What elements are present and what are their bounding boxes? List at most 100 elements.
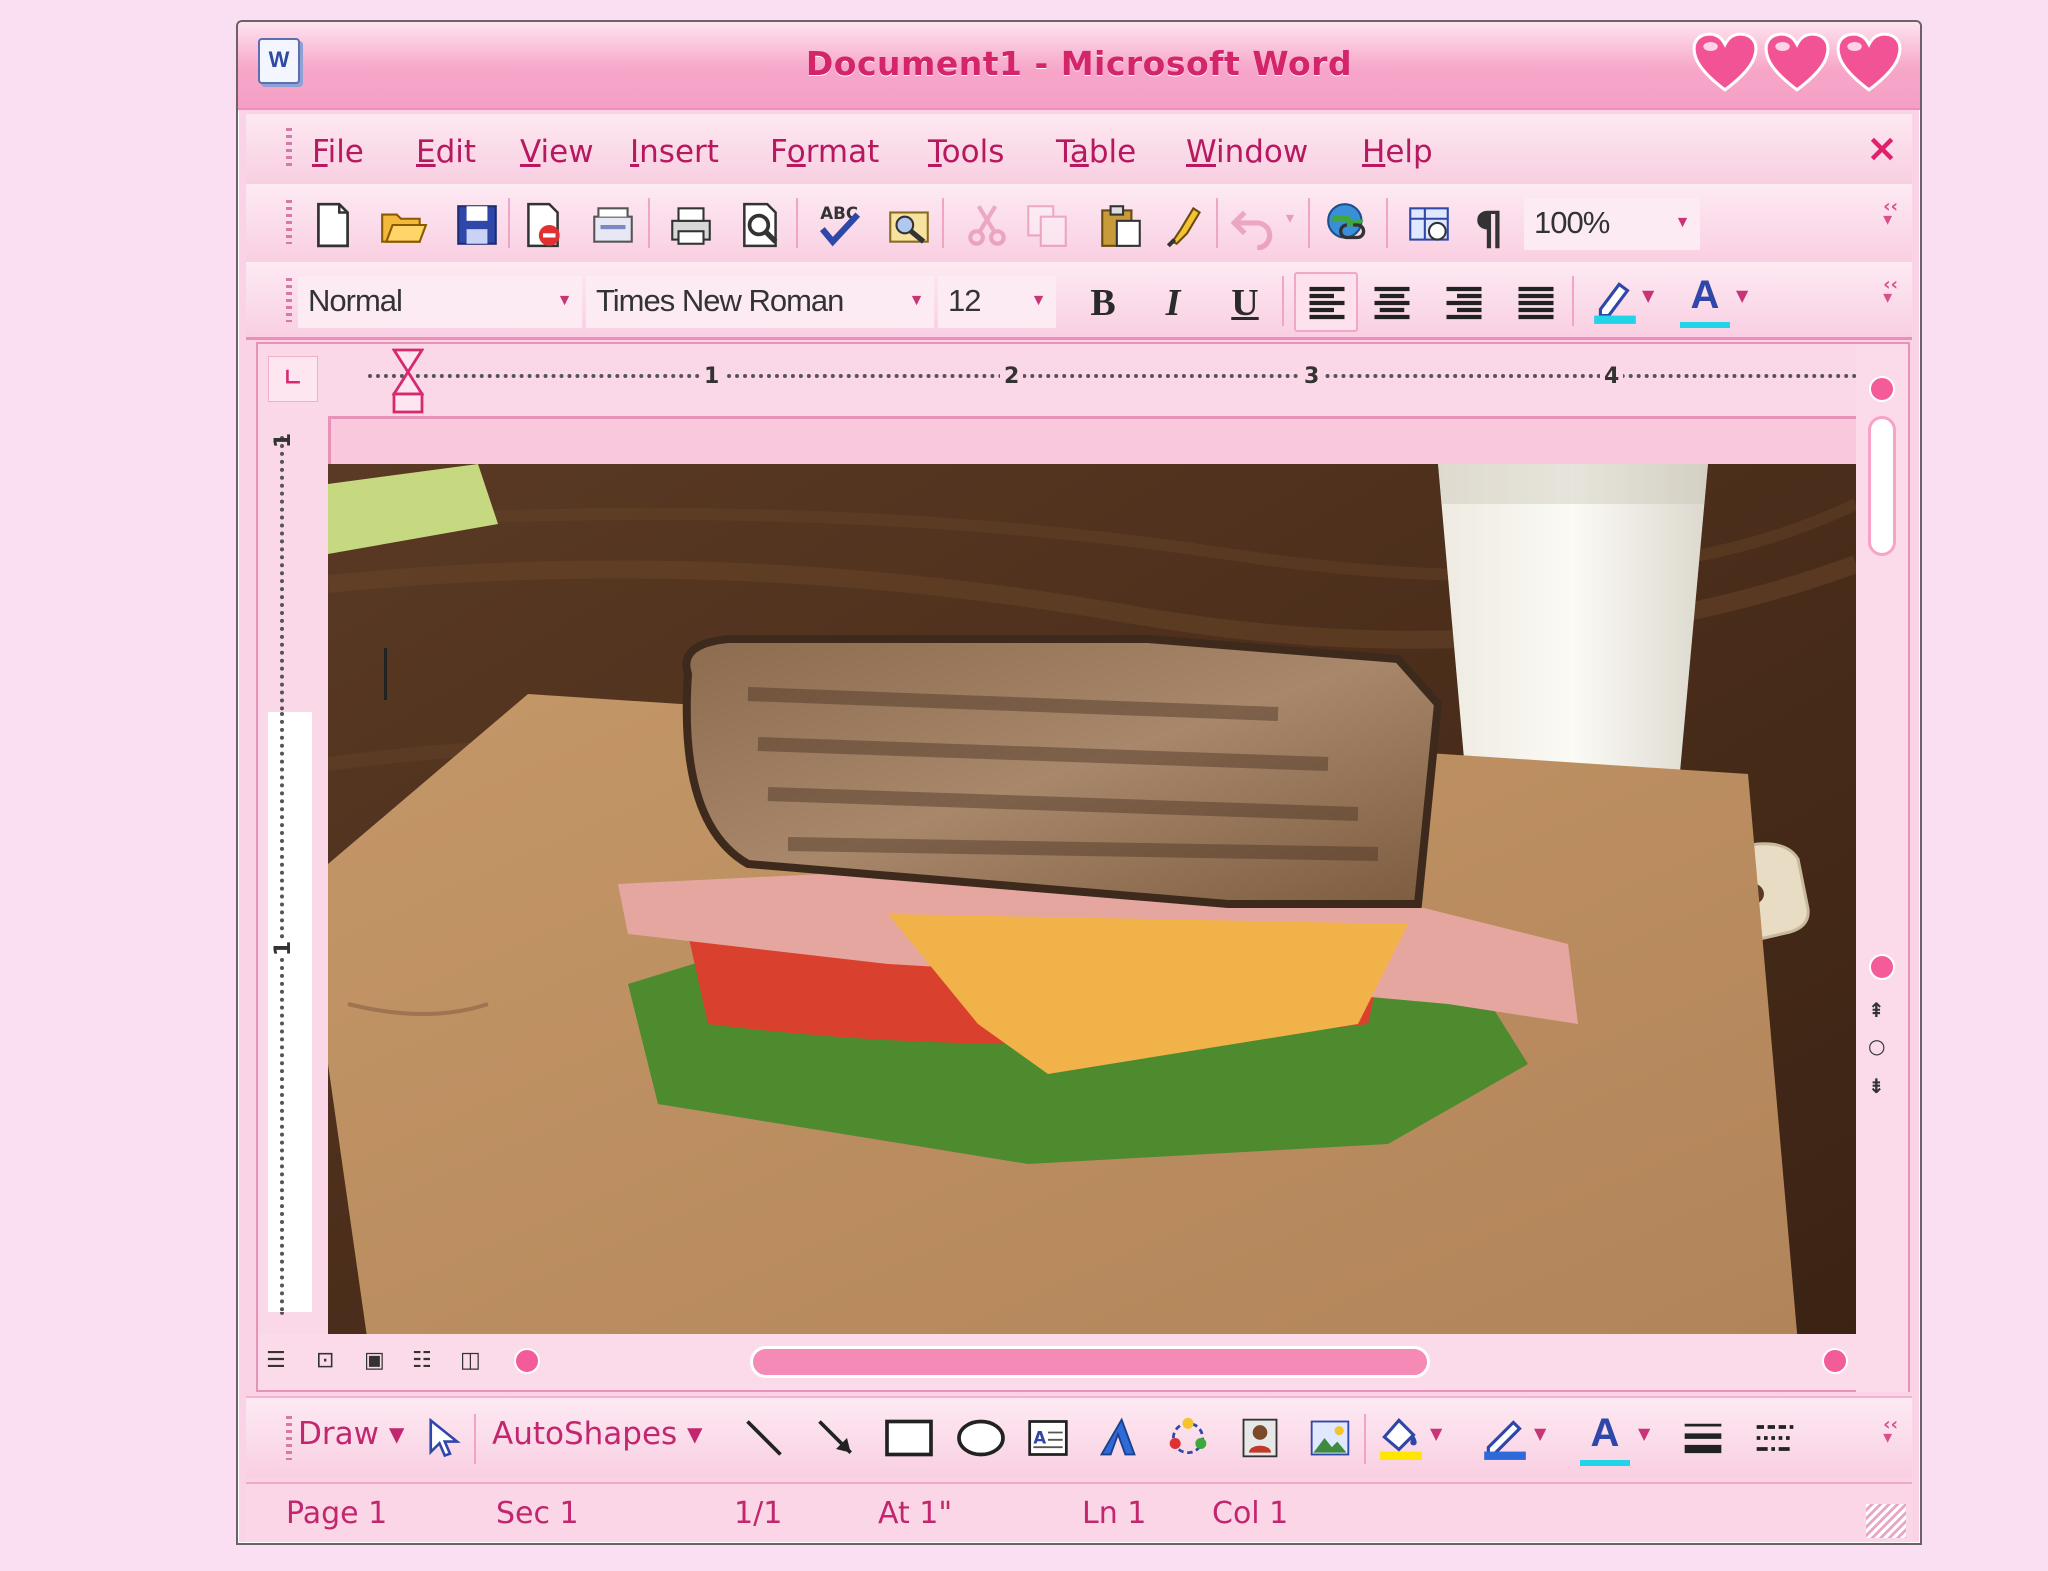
arrow-icon[interactable] [814,1416,858,1460]
select-browse-object-icon[interactable]: ○ [1868,1034,1885,1058]
highlight-dropdown-icon[interactable]: ▼ [1642,286,1654,305]
vertical-scrollbar[interactable]: ⇞ ○ ⇟ [1856,344,1908,1392]
horizontal-scrollbar-thumb[interactable] [750,1346,1430,1378]
indent-marker-icon[interactable] [392,348,424,414]
permission-icon[interactable] [518,200,568,250]
font-color-button[interactable]: A [1680,272,1730,328]
fill-color-icon[interactable] [1376,1412,1426,1462]
previous-page-icon[interactable]: ⇞ [1868,998,1885,1022]
zoom-combo[interactable]: 100% ▼ [1524,198,1700,250]
line-style-icon[interactable] [1678,1416,1728,1460]
line-color-dropdown-icon[interactable]: ▼ [1534,1424,1546,1443]
reading-layout-view-icon[interactable]: ◫ [460,1348,481,1373]
draw-font-color-dropdown-icon[interactable]: ▼ [1638,1424,1650,1443]
highlight-icon[interactable] [1590,276,1640,326]
justify-icon[interactable] [1514,282,1558,324]
research-icon[interactable] [884,200,934,250]
save-icon[interactable] [452,200,502,250]
menu-table[interactable]: Table [1056,134,1136,170]
document-close-button[interactable]: × [1866,126,1898,170]
vertical-ruler[interactable]: 1 1 [258,416,328,1336]
menu-help[interactable]: Help [1362,134,1433,170]
undo-icon[interactable] [1228,200,1278,250]
oval-icon[interactable] [954,1416,1008,1460]
undo-dropdown-icon[interactable]: ▾ [1286,208,1294,227]
toolbar-options-chevron-icon[interactable]: ‹‹ ▾ [1883,198,1898,229]
print-icon[interactable] [666,200,716,250]
web-layout-view-icon[interactable]: ⊡ [316,1348,334,1373]
font-size-dropdown-icon[interactable]: ▼ [1026,276,1050,326]
hyperlink-icon[interactable] [1324,200,1374,250]
horizontal-ruler[interactable]: ∟ 1 2 3 4 [258,344,1858,416]
copy-icon[interactable] [1022,200,1072,250]
style-combo[interactable]: Normal ▼ [298,276,582,328]
autoshapes-menu-button[interactable]: AutoShapes ▾ [492,1416,703,1452]
print-preview-icon[interactable] [736,200,786,250]
tables-borders-icon[interactable] [1404,200,1454,250]
fill-color-dropdown-icon[interactable]: ▼ [1430,1424,1442,1443]
line-icon[interactable] [742,1416,786,1460]
menu-format[interactable]: Format [770,134,879,170]
outline-view-icon[interactable]: ☷ [412,1348,432,1373]
font-color-dropdown-icon[interactable]: ▼ [1736,286,1748,305]
zoom-dropdown-icon[interactable]: ▼ [1670,198,1694,248]
draw-menu-button[interactable]: Draw ▾ [298,1416,404,1452]
font-size-combo[interactable]: 12 ▼ [938,276,1056,328]
diagram-icon[interactable] [1164,1416,1212,1460]
next-page-icon[interactable]: ⇟ [1868,1074,1885,1098]
style-dropdown-icon[interactable]: ▼ [552,276,576,326]
maximize-heart-icon[interactable] [1764,30,1830,96]
underline-button[interactable]: U [1222,280,1268,326]
menu-tools[interactable]: Tools [928,134,1004,170]
line-color-icon[interactable] [1480,1412,1530,1462]
normal-view-icon[interactable]: ☰ [266,1348,286,1373]
title-bar[interactable]: W Document1 - Microsoft Word [238,22,1920,110]
close-heart-icon[interactable] [1836,30,1902,96]
dash-style-icon[interactable] [1750,1416,1800,1460]
spelling-icon[interactable]: ABC [814,200,864,250]
menu-window[interactable]: Window [1186,134,1308,170]
menu-view[interactable]: View [520,134,594,170]
wordart-icon[interactable] [1094,1416,1142,1460]
bold-button[interactable]: B [1080,280,1126,326]
toolbar-options-chevron-icon[interactable]: ‹‹ ▾ [1883,276,1898,307]
scrollbar-thumb[interactable] [1868,416,1896,556]
align-right-icon[interactable] [1442,282,1486,324]
scroll-up-icon[interactable] [1869,376,1895,402]
minimize-heart-icon[interactable] [1692,30,1758,96]
document-page[interactable] [328,416,1856,1344]
align-center-icon[interactable] [1370,282,1414,324]
show-formatting-icon[interactable]: ¶ [1466,200,1516,250]
email-icon[interactable] [588,200,638,250]
sandwich-photo[interactable] [328,464,1856,1344]
menu-insert[interactable]: Insert [630,134,719,170]
rectangle-icon[interactable] [882,1416,936,1460]
text-box-icon[interactable]: A [1024,1416,1072,1460]
print-layout-view-icon[interactable]: ▣ [364,1348,385,1373]
scroll-left-icon[interactable] [514,1348,540,1374]
toolbar-grip[interactable] [286,1416,292,1460]
clip-art-icon[interactable] [1236,1416,1284,1460]
toolbar-grip[interactable] [286,278,292,322]
resize-grip-icon[interactable] [1866,1504,1906,1538]
open-folder-icon[interactable] [378,200,428,250]
format-painter-icon[interactable] [1160,200,1210,250]
font-combo[interactable]: Times New Roman ▼ [586,276,934,328]
paste-icon[interactable] [1096,200,1146,250]
insert-picture-icon[interactable] [1306,1416,1354,1460]
scroll-down-icon[interactable] [1869,954,1895,980]
menu-file[interactable]: File [312,134,364,170]
cut-icon[interactable] [962,200,1012,250]
align-left-button[interactable] [1294,272,1358,332]
toolbar-options-chevron-icon[interactable]: ‹‹ ▾ [1883,1416,1898,1447]
menu-edit[interactable]: Edit [416,134,476,170]
scroll-right-icon[interactable] [1822,1348,1848,1374]
font-dropdown-icon[interactable]: ▼ [904,276,928,326]
toolbar-grip[interactable] [286,200,292,244]
tab-selector[interactable]: ∟ [268,356,318,402]
menubar-grip[interactable] [286,128,292,168]
select-objects-icon[interactable] [422,1416,464,1460]
new-document-icon[interactable] [308,200,358,250]
italic-button[interactable]: I [1150,280,1196,326]
draw-font-color-button[interactable]: A [1580,1410,1630,1466]
